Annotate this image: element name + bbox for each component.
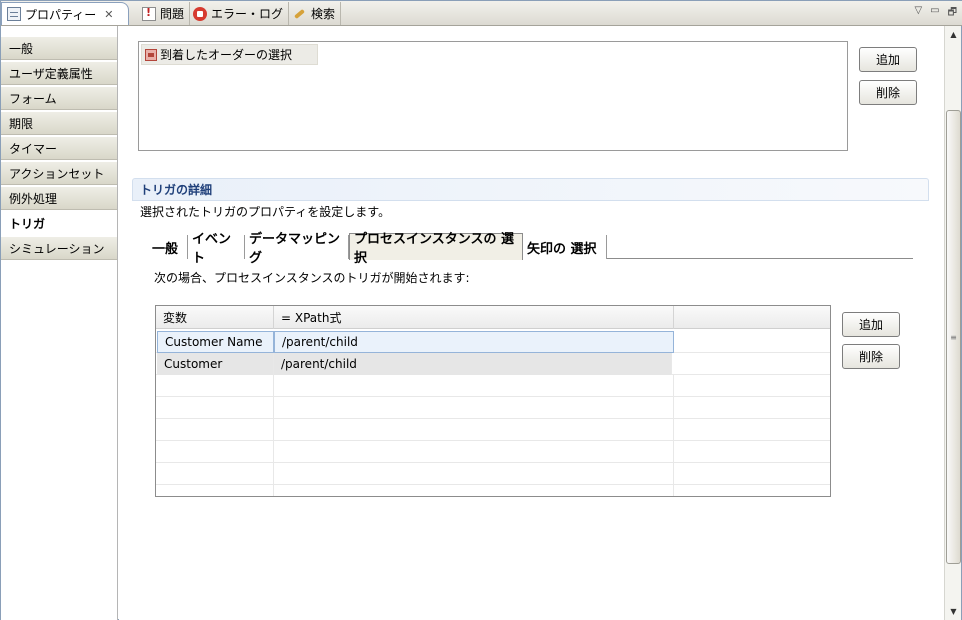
section-description: 選択されたトリガのプロパティを設定します。 xyxy=(140,205,391,219)
tab-search-label: 検索 xyxy=(311,7,336,21)
sidebar-item-label: フォーム xyxy=(9,91,57,106)
close-icon[interactable]: ✕ xyxy=(104,8,113,21)
add-trigger-button[interactable]: 追加 xyxy=(859,47,917,72)
sidebar-item-label: 一般 xyxy=(9,41,34,56)
sidebar-item-label: 期限 xyxy=(9,116,34,131)
delete-trigger-button[interactable]: 削除 xyxy=(859,80,917,105)
tab-properties[interactable]: プロパティー ✕ xyxy=(1,2,129,25)
view-menu-icon[interactable]: ▽ xyxy=(914,5,922,22)
sidebar-item-general[interactable]: 一般 xyxy=(1,36,117,60)
properties-icon xyxy=(7,7,21,21)
tab-general[interactable]: 一般 xyxy=(148,235,188,259)
grip-icon: ≡ xyxy=(950,332,957,342)
table-row[interactable]: Customer Name /parent/child xyxy=(156,331,830,353)
sidebar-item-label: タイマー xyxy=(9,141,58,156)
condition-label: 次の場合、プロセスインスタンスのトリガが開始されます: xyxy=(154,271,470,285)
delete-variable-button[interactable]: 削除 xyxy=(842,344,900,369)
sidebar-item-form[interactable]: フォーム xyxy=(1,86,117,110)
sidebar-item-label: シミュレーション xyxy=(9,241,105,256)
tab-event[interactable]: イベント xyxy=(188,232,245,266)
sidebar-item-user-attributes[interactable]: ユーザ定義属性 xyxy=(1,61,117,85)
trigger-list[interactable]: 到着したオーダーの選択 xyxy=(138,41,848,151)
view-controls: ▽ ▭ 🗗 xyxy=(914,5,957,22)
trigger-item-label: 到着したオーダーの選択 xyxy=(160,48,293,62)
section-header-trigger-details: トリガの詳細 xyxy=(132,178,929,201)
table-row-empty xyxy=(156,441,830,463)
sidebar-item-label: 例外処理 xyxy=(9,191,58,206)
maximize-icon[interactable]: 🗗 xyxy=(948,5,957,22)
sidebar-item-label: ユーザ定義属性 xyxy=(9,66,93,81)
tab-process-instance-selection[interactable]: プロセスインスタンスの 選択 xyxy=(349,232,523,266)
search-icon xyxy=(293,7,307,21)
cell-xpath[interactable]: /parent/child xyxy=(274,353,672,375)
tab-data-mapping[interactable]: データマッピング xyxy=(245,232,349,266)
sidebar-item-trigger[interactable]: トリガ xyxy=(1,211,117,235)
view-tab-bar: プロパティー ✕ 問題 エラー・ログ 検索 ▽ ▭ 🗗 xyxy=(1,1,962,26)
vertical-scrollbar[interactable]: ▲ ≡ ▼ xyxy=(944,26,961,620)
scrollbar-thumb[interactable]: ≡ xyxy=(946,110,961,564)
table-row-empty xyxy=(156,375,830,397)
column-header-extra[interactable] xyxy=(674,306,830,329)
tab-error-log-label: エラー・ログ xyxy=(211,7,284,21)
sidebar-item-simulation[interactable]: シミュレーション xyxy=(1,236,117,260)
sidebar-item-label: アクションセット xyxy=(9,166,105,181)
sidebar-item-label: トリガ xyxy=(9,216,46,231)
tab-arrow-selection[interactable]: 矢印の 選択 xyxy=(523,235,607,259)
table-row-empty xyxy=(156,397,830,419)
sidebar-item-deadline[interactable]: 期限 xyxy=(1,111,117,135)
sidebar-item-exception[interactable]: 例外処理 xyxy=(1,186,117,210)
tab-search[interactable]: 検索 xyxy=(288,2,342,25)
trigger-icon xyxy=(145,48,157,61)
cell-variable[interactable]: Customer Name xyxy=(157,331,274,353)
sidebar-item-timer[interactable]: タイマー xyxy=(1,136,117,160)
table-row-empty xyxy=(156,485,830,496)
scroll-down-icon[interactable]: ▼ xyxy=(946,604,961,619)
list-item[interactable]: 到着したオーダーの選択 xyxy=(141,44,318,65)
tab-problems[interactable]: 問題 xyxy=(137,2,191,25)
add-variable-button[interactable]: 追加 xyxy=(842,312,900,337)
cell-variable[interactable]: Customer xyxy=(157,353,274,375)
tab-properties-label: プロパティー xyxy=(25,7,97,22)
column-header-xpath[interactable]: = XPath式 xyxy=(274,306,674,329)
sidebar-item-action-set[interactable]: アクションセット xyxy=(1,161,117,185)
table-row-empty xyxy=(156,463,830,485)
scroll-up-icon[interactable]: ▲ xyxy=(946,27,961,42)
properties-sidebar: 一般 ユーザ定義属性 フォーム 期限 タイマー アクションセット 例外処理 トリ… xyxy=(1,26,118,620)
error-log-icon xyxy=(193,6,207,21)
tab-error-log[interactable]: エラー・ログ xyxy=(188,2,290,25)
table-row-empty xyxy=(156,419,830,441)
detail-tabs: 一般 イベント データマッピング プロセスインスタンスの 選択 矢印の 選択 xyxy=(148,232,913,266)
minimize-icon[interactable]: ▭ xyxy=(930,5,939,22)
cell-xpath[interactable]: /parent/child xyxy=(274,331,674,353)
problems-icon xyxy=(142,6,156,21)
table-row[interactable]: Customer /parent/child xyxy=(156,353,830,375)
tab-problems-label: 問題 xyxy=(160,7,185,21)
column-header-variable[interactable]: 変数 xyxy=(156,306,274,329)
trigger-properties-panel: 到着したオーダーの選択 追加 削除 トリガの詳細 選択されたトリガのプロパティを… xyxy=(119,26,944,620)
variable-xpath-table[interactable]: 変数 = XPath式 Customer Name /parent/child … xyxy=(155,305,831,497)
table-header: 変数 = XPath式 xyxy=(156,306,830,329)
properties-view: プロパティー ✕ 問題 エラー・ログ 検索 ▽ ▭ 🗗 一般 ユーザ定義属性 フ… xyxy=(0,0,962,620)
